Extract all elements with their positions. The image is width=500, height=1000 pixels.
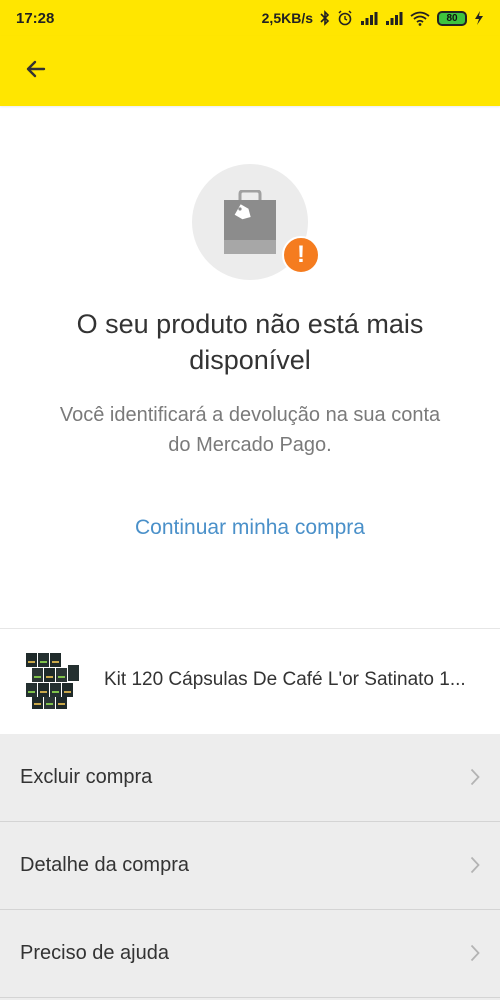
status-bar: 17:28 2,5KB/s 80 (0, 0, 500, 36)
product-thumbnail (24, 651, 80, 709)
signal-icon (360, 10, 378, 26)
chevron-right-icon (470, 944, 480, 967)
chevron-right-icon (470, 856, 480, 879)
network-speed: 2,5KB/s (261, 10, 313, 26)
unavailable-product-message: ! O seu produto não está mais disponível… (0, 106, 500, 626)
chevron-right-icon (470, 768, 480, 791)
continue-purchase-link[interactable]: Continuar minha compra (100, 516, 400, 540)
exclamation-icon: ! (282, 236, 320, 274)
action-label: Detalhe da compra (20, 854, 189, 876)
status-indicators: 2,5KB/s 80 (262, 10, 484, 26)
bluetooth-icon (320, 10, 330, 26)
wifi-icon (410, 10, 430, 26)
back-button[interactable] (14, 49, 58, 93)
actions-list: Excluir compra Detalhe da compra Preciso… (0, 734, 500, 1000)
delete-purchase-item[interactable]: Excluir compra (0, 734, 500, 822)
illustration: ! (190, 164, 320, 284)
purchase-detail-item[interactable]: Detalhe da compra (0, 822, 500, 910)
page-title: O seu produto não está mais disponível (76, 309, 424, 375)
arrow-left-icon (24, 57, 48, 86)
page-subtitle: Você identificará a devolução na sua con… (59, 404, 441, 456)
action-label: Excluir compra (20, 766, 153, 788)
product-title[interactable]: Kit 120 Cápsulas De Café L'or Satinato 1… (104, 669, 484, 691)
need-help-item[interactable]: Preciso de ajuda (0, 910, 500, 998)
shopping-bag-icon (224, 189, 276, 259)
app-bar (0, 36, 500, 106)
product-row: Kit 120 Cápsulas De Café L'or Satinato 1… (0, 628, 500, 734)
battery-indicator: 80 (437, 10, 467, 26)
charging-icon (474, 10, 484, 26)
status-time: 17:28 (16, 9, 55, 27)
alarm-icon (337, 10, 353, 26)
signal-icon-2 (385, 10, 403, 26)
action-label: Preciso de ajuda (20, 942, 169, 964)
